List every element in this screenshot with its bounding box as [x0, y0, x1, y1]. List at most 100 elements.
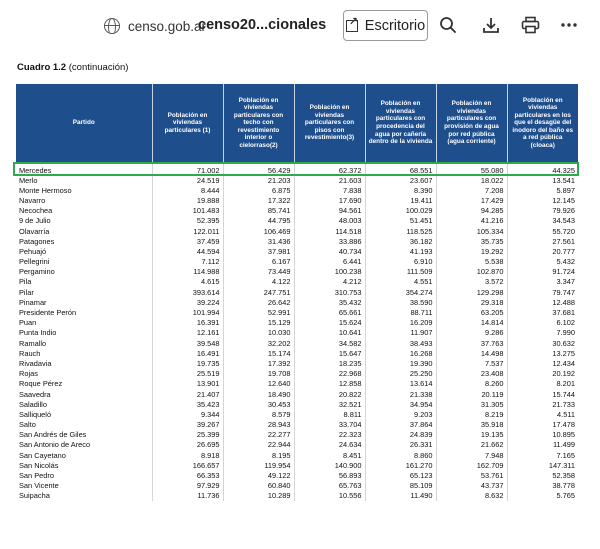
cell-value: 19.292: [435, 246, 507, 257]
cell-partido: Pergamino: [19, 267, 55, 277]
cell-value: 119.954: [222, 460, 294, 471]
cell-value: 38.493: [364, 338, 436, 349]
cell-value: 31.436: [222, 236, 294, 247]
cell-value: 8.579: [222, 409, 294, 420]
cell-value: 35.432: [293, 297, 365, 308]
cell-value: 30.453: [222, 399, 294, 410]
cell-value: 8.811: [293, 409, 365, 420]
cell-value: 35.918: [435, 419, 507, 430]
cell-partido: Olavarría: [19, 226, 50, 236]
cell-value: 17.478: [506, 419, 578, 430]
cell-value: 55.720: [506, 225, 578, 237]
table-row: San Pedro 66.353 49.122 56.893 65.123 53.761 5…: [16, 470, 578, 481]
cell-value: 23.408: [435, 368, 507, 379]
cell-value: 19.888: [151, 195, 223, 206]
pdf-viewer-toolbar: censo.gob.ar censo20...cionales ⌄ Escrit…: [0, 0, 600, 50]
table-row: Pellegrini 7.112 6.167 6.441 6.910 5.538 5.432: [16, 256, 578, 267]
cell-value: 8.201: [506, 378, 578, 389]
download-icon[interactable]: [480, 14, 502, 36]
cell-value: 66.353: [151, 470, 223, 481]
column-header: Población en viviendas particulares con …: [364, 84, 436, 162]
search-icon[interactable]: [437, 14, 459, 36]
cell-value: 37.864: [364, 419, 436, 430]
cell-value: 25.250: [364, 368, 436, 379]
cell-value: 114.518: [293, 225, 365, 237]
cell-value: 12.488: [506, 297, 578, 308]
table-row: Pinamar 39.224 26.642 35.432 38.590 29.318 12.…: [16, 297, 578, 308]
cell-value: 11.907: [364, 327, 436, 338]
cell-partido: Ramallo: [19, 338, 47, 348]
cell-value: 106.469: [222, 225, 294, 237]
cell-value: 8.444: [151, 185, 223, 196]
cell-value: 44.325: [506, 162, 578, 175]
cell-value: 7.208: [435, 185, 507, 196]
cell-value: 35.423: [151, 399, 223, 410]
cell-value: 140.900: [293, 460, 365, 471]
cell-partido: Suipacha: [19, 491, 50, 501]
cell-value: 7.165: [506, 450, 578, 461]
cell-value: 38.590: [364, 297, 436, 308]
cell-value: 7.537: [435, 358, 507, 369]
cell-value: 9.344: [151, 409, 223, 420]
cell-value: 19.390: [364, 358, 436, 369]
cell-value: 8.918: [151, 450, 223, 461]
cell-partido: Salto: [19, 420, 36, 430]
cell-value: 147.311: [506, 460, 578, 471]
cell-value: 37.981: [222, 246, 294, 257]
cell-value: 10.556: [293, 490, 365, 501]
cell-value: 26.642: [222, 297, 294, 308]
cell-value: 8.195: [222, 450, 294, 461]
cell-value: 5.897: [506, 185, 578, 196]
cell-value: 7.990: [506, 327, 578, 338]
cell-partido: Rojas: [19, 369, 38, 379]
site-domain: censo.gob.ar: [128, 18, 207, 34]
table-header-row: Partido Población en viviendas particular…: [16, 84, 578, 162]
cell-partido: Patagones: [19, 236, 55, 246]
cell-value: 19.411: [364, 195, 436, 206]
cell-value: 18.490: [222, 388, 294, 400]
cell-value: 20.119: [435, 388, 507, 400]
cell-value: 14.814: [435, 317, 507, 328]
column-header: Población en viviendas particulares con …: [293, 84, 365, 162]
cell-value: 13.901: [151, 378, 223, 389]
table-row: Pergamino 114.988 73.449 100.238 111.509 102.…: [16, 266, 578, 277]
table-row: Pehuajó 44.594 37.981 40.734 41.193 19.292 20.…: [16, 246, 578, 257]
cell-partido: Punta Indio: [19, 328, 57, 338]
cell-value: 41.216: [435, 215, 507, 226]
cell-value: 5.538: [435, 256, 507, 267]
print-icon[interactable]: [519, 14, 541, 36]
cell-value: 33.886: [293, 236, 365, 247]
cell-partido: Pellegrini: [19, 257, 50, 267]
cell-value: 51.451: [364, 215, 436, 226]
cell-value: 20.777: [506, 246, 578, 257]
cell-value: 85.741: [222, 205, 294, 216]
cell-partido: Navarro: [19, 195, 46, 205]
cell-value: 34.582: [293, 338, 365, 349]
cell-partido: San Pedro: [19, 471, 54, 481]
cell-value: 15.744: [506, 388, 578, 400]
more-icon[interactable]: [558, 14, 580, 36]
cell-value: 4.212: [293, 276, 365, 288]
cell-value: 10.641: [293, 327, 365, 338]
open-in-desktop-button[interactable]: Escritorio: [343, 10, 428, 41]
cell-value: 12.640: [222, 378, 294, 389]
cell-value: 32.521: [293, 399, 365, 410]
cell-value: 30.632: [506, 338, 578, 349]
chevron-down-icon[interactable]: ⌄: [302, 19, 311, 32]
cell-value: 21.733: [506, 399, 578, 410]
cell-partido: Saladillo: [19, 399, 47, 409]
cell-partido: 9 de Julio: [19, 216, 51, 226]
cell-value: 118.525: [364, 225, 436, 237]
cell-value: 91.724: [506, 266, 578, 277]
table-row: Olavarría 122.011 106.469 114.518 118.525 105…: [16, 225, 578, 237]
globe-icon: [104, 18, 120, 34]
cell-value: 19.135: [435, 429, 507, 440]
cell-value: 22.277: [222, 429, 294, 440]
cell-partido: Necochea: [19, 206, 53, 216]
table-row: Pilar 393.614 247.751 310.753 354.274 129.298…: [16, 287, 578, 298]
cell-value: 24.634: [293, 439, 365, 451]
cell-value: 6.167: [222, 256, 294, 267]
cell-value: 15.647: [293, 348, 365, 359]
cell-value: 53.761: [435, 470, 507, 481]
cell-value: 31.305: [435, 399, 507, 410]
